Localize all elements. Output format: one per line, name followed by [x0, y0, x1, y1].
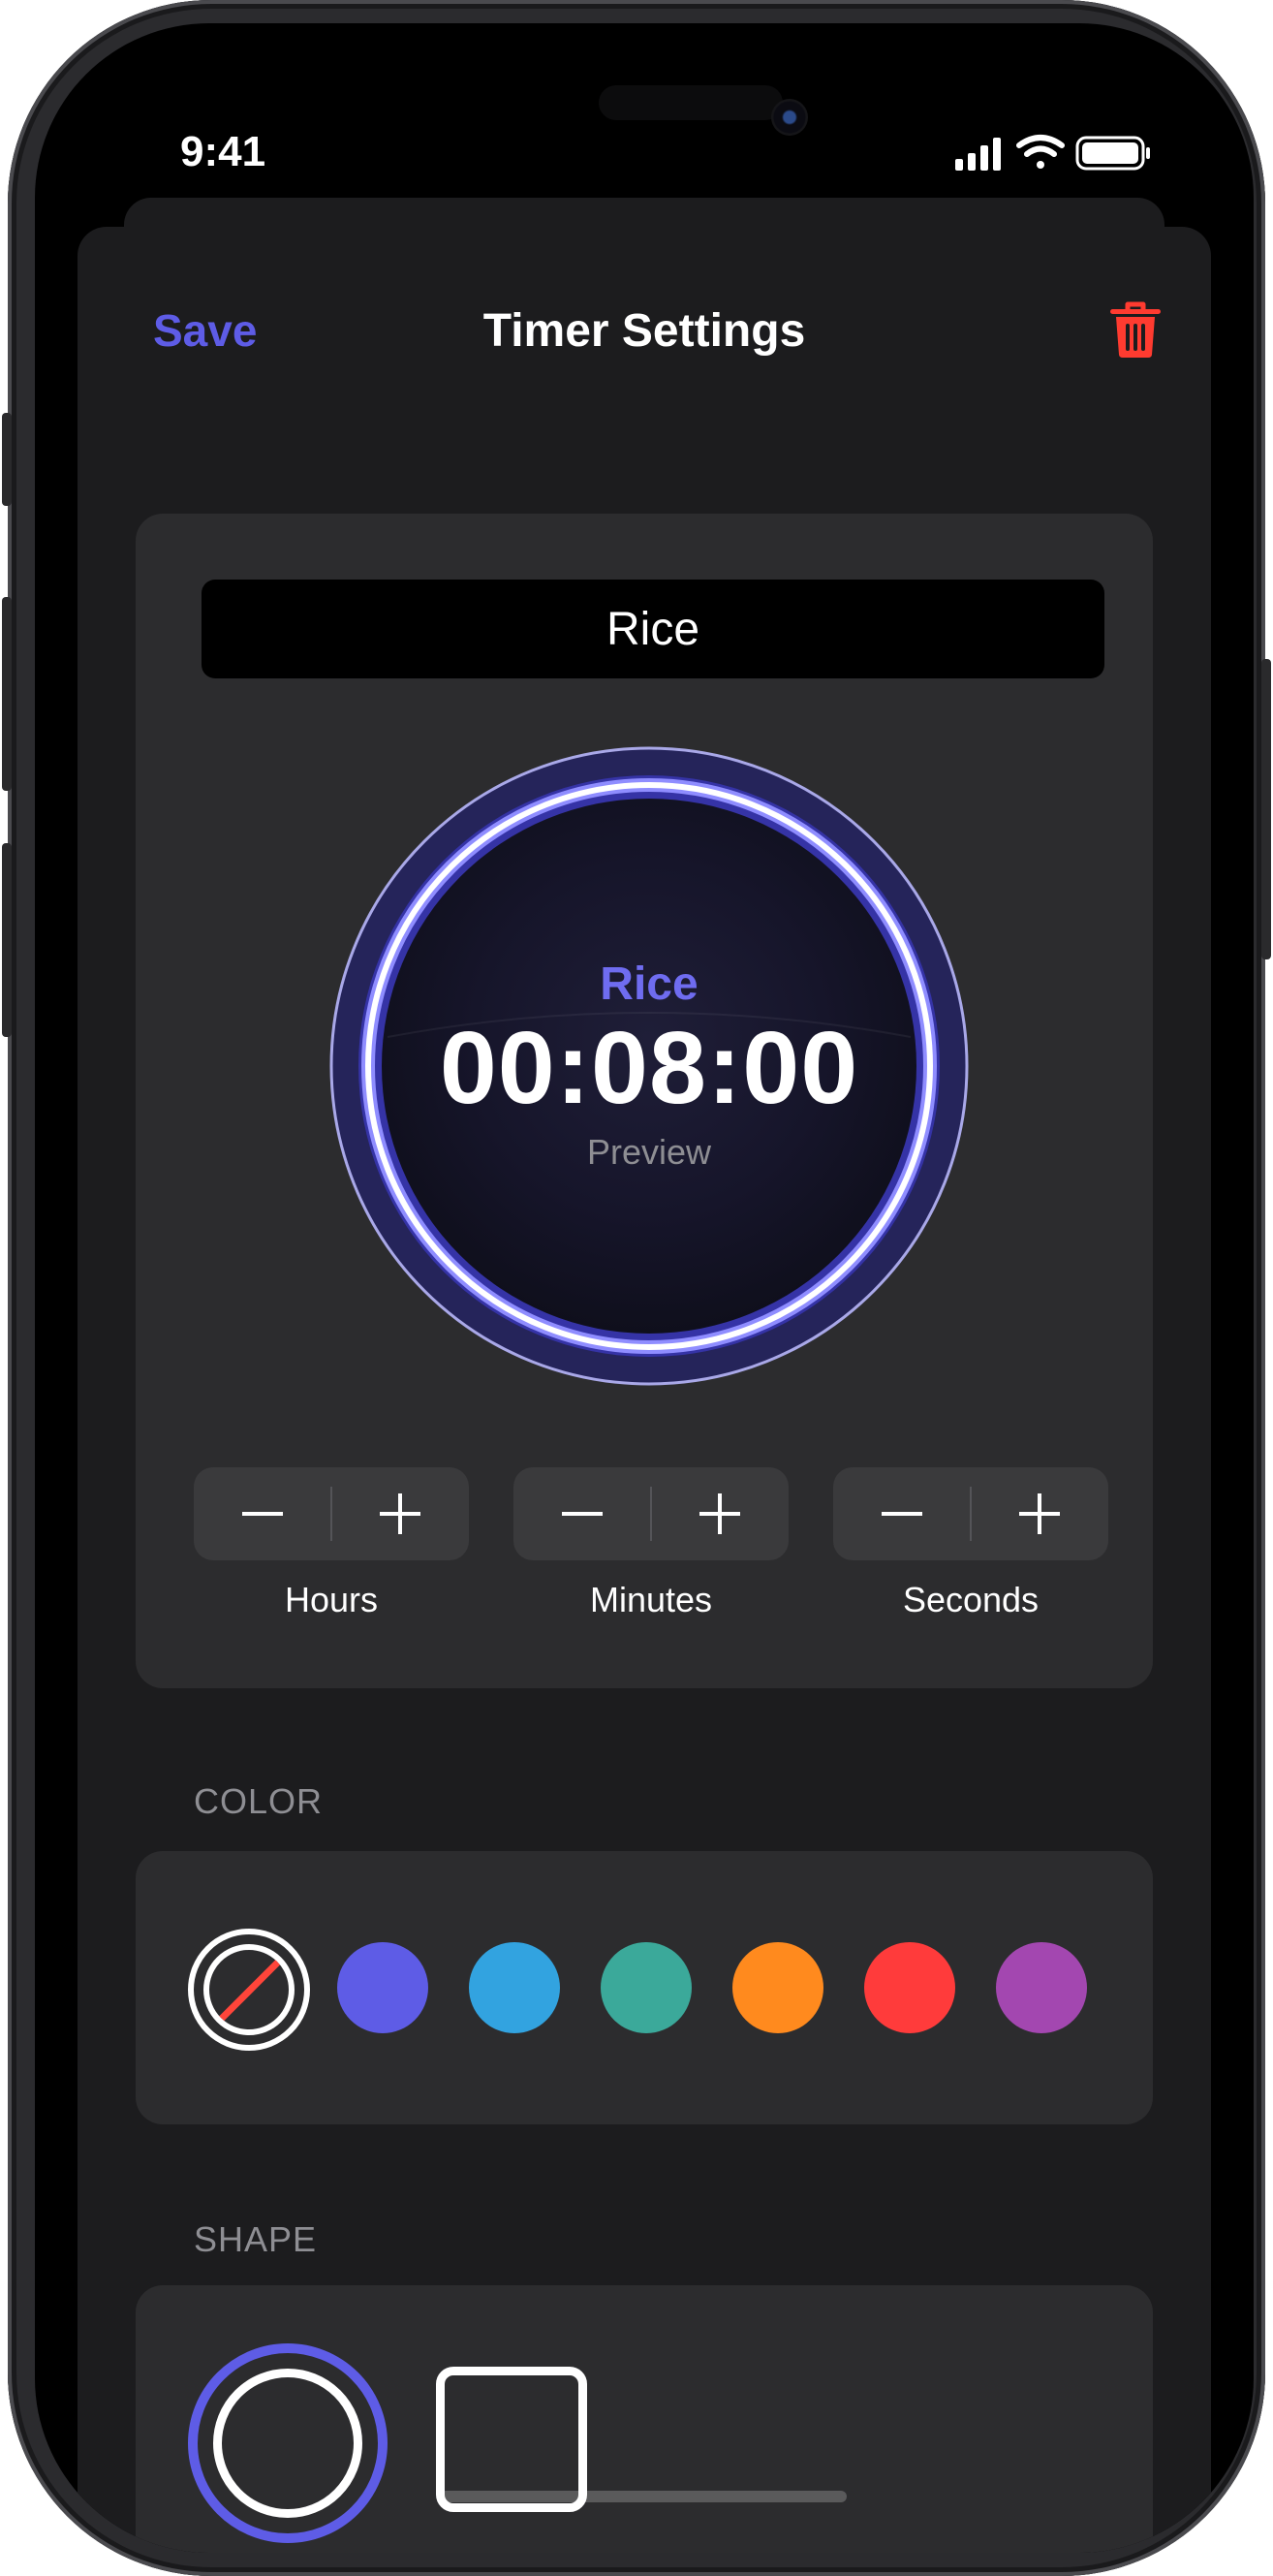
color-swatch-none[interactable] [188, 1929, 310, 2051]
minus-icon [562, 1512, 603, 1516]
shape-option-circle[interactable] [188, 2343, 388, 2543]
page-title: Timer Settings [482, 305, 806, 357]
shape-section-header: SHAPE [194, 2219, 318, 2259]
cellular-signal-icon [955, 138, 1001, 171]
power-button [1261, 659, 1271, 959]
color-swatch-indigo[interactable] [337, 1942, 428, 2033]
minutes-decrement-button[interactable] [513, 1467, 651, 1560]
status-time: 9:41 [180, 128, 266, 175]
preview-time: 00:08:00 [439, 1011, 859, 1125]
volume-up-button [2, 597, 12, 791]
color-swatch-teal[interactable] [601, 1942, 692, 2033]
minus-icon [242, 1512, 283, 1516]
screen: 9:41 Save Timer Settings Rice Rice 00:08… [35, 23, 1254, 2553]
preview-label: Preview [586, 1132, 712, 1172]
dynamic-island [599, 85, 783, 120]
timer-settings-sheet: Save Timer Settings Rice Rice 00:08:00 P… [78, 227, 1211, 2553]
no-color-slash [214, 1955, 286, 2026]
hours-label: Hours [284, 1580, 379, 1619]
preview-timer-name: Rice [600, 958, 699, 1010]
minus-icon [882, 1512, 922, 1516]
hours-increment-button[interactable] [331, 1467, 469, 1560]
trash-icon[interactable] [1108, 300, 1163, 359]
plus-icon-vertical [398, 1493, 402, 1534]
minutes-increment-button[interactable] [651, 1467, 789, 1560]
hours-stepper [194, 1467, 469, 1560]
wifi-icon [1016, 135, 1065, 169]
seconds-stepper [833, 1467, 1108, 1560]
shape-picker-card [136, 2285, 1153, 2553]
camera [771, 99, 808, 136]
plus-icon-vertical [1038, 1493, 1041, 1534]
color-swatch-orange[interactable] [732, 1942, 823, 2033]
action-button [2, 413, 12, 506]
timer-name-input[interactable] [202, 580, 1104, 678]
color-swatch-purple[interactable] [996, 1942, 1087, 2033]
seconds-increment-button[interactable] [971, 1467, 1108, 1560]
color-section-header: COLOR [194, 1781, 324, 1821]
plus-icon-vertical [718, 1493, 722, 1534]
timer-card: Rice 00:08:00 Preview [136, 514, 1153, 1688]
minutes-stepper-group: Minutes [513, 1467, 789, 1620]
color-swatch-red[interactable] [864, 1942, 955, 2033]
no-color-icon [203, 1944, 295, 2035]
phone-frame: 9:41 Save Timer Settings Rice Rice 00:08… [2, 0, 1271, 2576]
home-indicator[interactable] [440, 2491, 847, 2502]
volume-down-button [2, 843, 12, 1037]
seconds-stepper-group: Seconds [833, 1467, 1108, 1620]
minutes-stepper [513, 1467, 789, 1560]
status-icons [955, 135, 1150, 171]
color-swatch-blue[interactable] [469, 1942, 560, 2033]
hours-stepper-group: Hours [194, 1467, 469, 1620]
seconds-label: Seconds [902, 1580, 1040, 1619]
timer-preview: Rice 00:08:00 Preview [329, 746, 969, 1386]
hours-decrement-button[interactable] [194, 1467, 331, 1560]
battery-icon [1075, 136, 1150, 171]
color-picker-card [136, 1851, 1153, 2124]
circle-shape-icon [213, 2369, 362, 2518]
minutes-label: Minutes [589, 1580, 713, 1619]
seconds-decrement-button[interactable] [833, 1467, 971, 1560]
